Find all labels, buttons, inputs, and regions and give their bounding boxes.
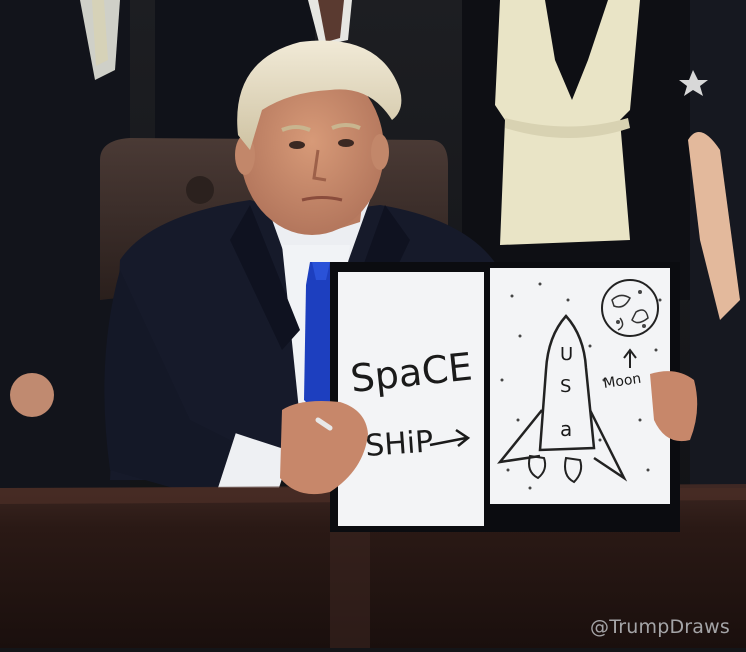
watermark-text: @TrumpDraws xyxy=(590,616,730,638)
rocket-letter-a: a xyxy=(560,417,572,441)
rocket-letter-u: U xyxy=(560,344,573,365)
right-page xyxy=(490,268,670,504)
rocket-letter-s: S xyxy=(560,376,571,397)
photo-scene: SpaCE SHiP Moon U S a @TrumpDraws xyxy=(0,0,746,648)
photo-illustration: SpaCE SHiP Moon U S a xyxy=(0,0,746,648)
ship-text: SHiP xyxy=(364,424,434,464)
chair-button xyxy=(186,176,214,204)
drawing-folder: SpaCE SHiP Moon U S a xyxy=(330,262,680,532)
desk-reflection xyxy=(330,530,370,648)
